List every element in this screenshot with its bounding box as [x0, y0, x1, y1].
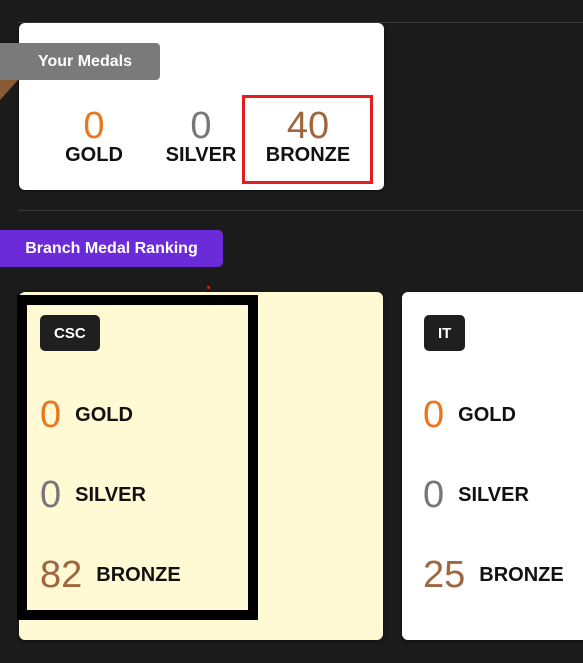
your-medals-title: Your Medals [0, 43, 160, 80]
it-bronze-row: 25 BRONZE [423, 554, 564, 597]
it-silver-row: 0 SILVER [423, 474, 529, 517]
it-gold-value: 0 [423, 394, 445, 436]
it-silver-label: SILVER [458, 484, 529, 506]
it-gold-label: GOLD [458, 404, 516, 426]
section-divider [18, 210, 583, 211]
gold-label: GOLD [65, 144, 123, 166]
ribbon-tail [0, 80, 18, 100]
it-silver-value: 0 [423, 474, 445, 516]
silver-label: SILVER [165, 144, 237, 166]
red-dot-marker [207, 286, 210, 289]
silver-medal-count: 0 SILVER [146, 104, 256, 167]
csc-highlight-box [17, 295, 258, 620]
branch-tag-it: IT [424, 315, 466, 351]
bronze-highlight-box [242, 95, 373, 184]
it-bronze-label: BRONZE [479, 564, 564, 586]
branch-ranking-title: Branch Medal Ranking [0, 230, 223, 267]
silver-value: 0 [190, 105, 212, 147]
it-gold-row: 0 GOLD [423, 394, 516, 437]
gold-medal-count: 0 GOLD [39, 104, 149, 167]
branch-card-it: IT 0 GOLD 0 SILVER 25 BRONZE [402, 292, 583, 640]
it-bronze-value: 25 [423, 554, 466, 596]
gold-value: 0 [83, 105, 105, 147]
